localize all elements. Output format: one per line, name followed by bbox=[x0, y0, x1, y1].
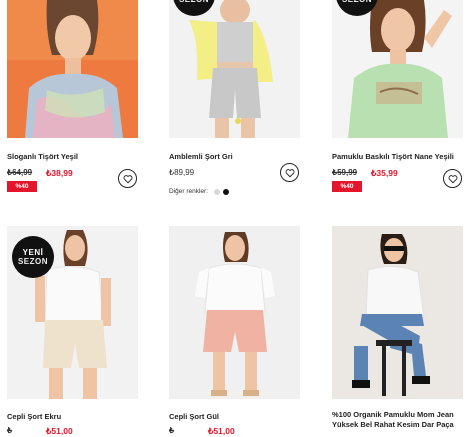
product-image[interactable] bbox=[169, 0, 300, 138]
badge-line-2: SEZON bbox=[17, 257, 49, 266]
product-name[interactable]: Sloganlı Tişört Yeşil bbox=[7, 152, 78, 161]
other-colors: Diğer renkler: bbox=[169, 188, 230, 195]
product-name-line-1: %100 Organik Pamuklu Mom Jean bbox=[332, 410, 454, 419]
product-name[interactable]: Pamuklu Baskılı Tişört Nane Yeşili bbox=[332, 152, 454, 161]
product-name-line-2: Yüksek Bel Rahat Kesim Dar Paça bbox=[332, 420, 454, 429]
original-price: ₺64,99 bbox=[7, 168, 33, 177]
product-name[interactable]: Cepli Şort Gül bbox=[169, 412, 219, 421]
product-name[interactable]: Cepli Şort Ekru bbox=[7, 412, 61, 421]
product-image[interactable] bbox=[169, 226, 300, 399]
discount-badge: %40 bbox=[7, 181, 37, 192]
discount-badge: %40 bbox=[332, 181, 362, 192]
heart-outline-icon bbox=[448, 174, 457, 183]
favorite-button[interactable] bbox=[280, 163, 299, 182]
favorite-button[interactable] bbox=[443, 169, 462, 188]
sale-price: ₺35,99 bbox=[371, 168, 398, 178]
product-image[interactable] bbox=[332, 0, 463, 138]
heart-outline-icon bbox=[285, 168, 294, 177]
color-swatch-light[interactable] bbox=[214, 188, 221, 195]
product-image[interactable] bbox=[7, 0, 138, 138]
product-name[interactable]: %100 Organik Pamuklu Mom Jean Yüksek Bel… bbox=[332, 410, 467, 430]
new-season-badge: YENİ SEZON bbox=[12, 236, 54, 278]
original-price: ₺59,99 bbox=[332, 168, 358, 177]
other-colors-label: Diğer renkler: bbox=[169, 188, 209, 195]
badge-line-2: SEZON bbox=[179, 0, 209, 4]
sale-price: ₺51,00 bbox=[46, 426, 73, 436]
favorite-button[interactable] bbox=[118, 169, 137, 188]
sale-price: ₺51,00 bbox=[208, 426, 235, 436]
product-image[interactable] bbox=[332, 226, 463, 399]
heart-outline-icon bbox=[123, 174, 132, 183]
original-price: ₺ bbox=[169, 426, 175, 435]
color-swatch-dark[interactable] bbox=[223, 188, 230, 195]
price: ₺89,99 bbox=[169, 168, 195, 177]
product-name[interactable]: Amblemli Şort Gri bbox=[169, 152, 233, 161]
sale-price: ₺38,99 bbox=[46, 168, 73, 178]
badge-line-2: SEZON bbox=[342, 0, 372, 4]
badge-line-1: YENİ bbox=[22, 248, 44, 257]
original-price: ₺ bbox=[7, 426, 13, 435]
